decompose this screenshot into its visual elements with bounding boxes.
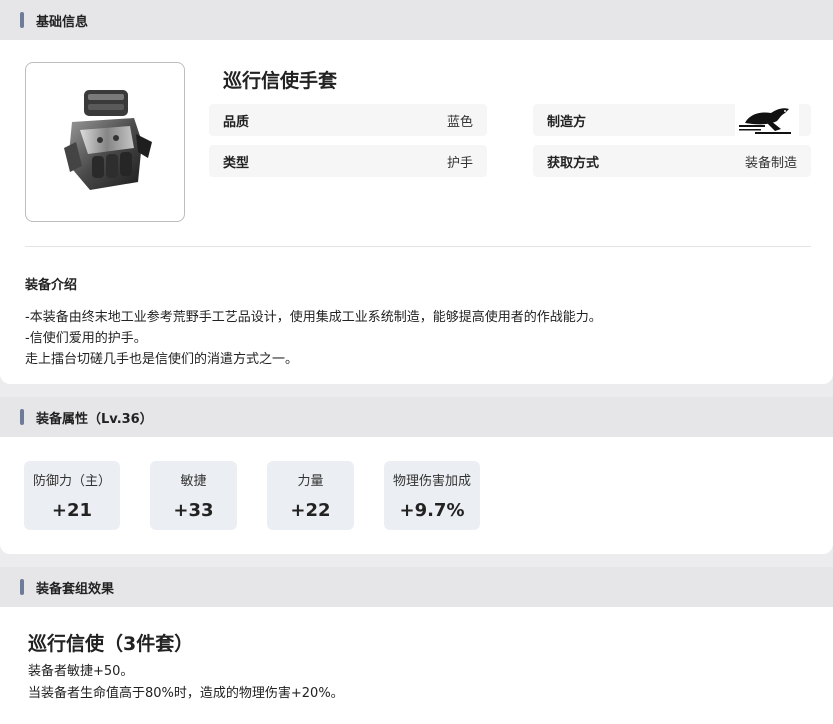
- attributes-title: 装备属性（Lv.36）: [36, 411, 153, 427]
- glove-icon: [64, 90, 152, 190]
- divider: [25, 246, 811, 247]
- set-effect-line: 当装备者生命值高于80%时，造成的物理伤害+20%。: [28, 686, 344, 701]
- basic-info-card: 基础信息 巡行信使手套 品质 蓝色 制造方 类型 护手 获取方式 装备制造 装备…: [0, 0, 833, 384]
- set-effect-line: 装备者敏捷+50。: [28, 664, 134, 679]
- section-accent-bar: [20, 12, 24, 28]
- field-value: 护手: [446, 155, 473, 171]
- field-value: 装备制造: [744, 155, 797, 171]
- basic-info-title: 基础信息: [36, 14, 89, 30]
- stat-agility: 敏捷 +33: [150, 461, 237, 530]
- field-key: 类型: [223, 155, 250, 171]
- field-maker: 制造方: [533, 103, 811, 137]
- set-effect-header: 装备套组效果: [0, 567, 833, 607]
- stat-defense: 防御力（主） +21: [24, 461, 120, 530]
- set-effect-text: 装备者敏捷+50。 当装备者生命值高于80%时，造成的物理伤害+20%。: [28, 661, 344, 705]
- stat-label: 防御力（主）: [32, 474, 111, 489]
- item-name: 巡行信使手套: [223, 70, 338, 92]
- field-key: 品质: [223, 114, 250, 130]
- set-effect-card: 装备套组效果 巡行信使（3件套） 装备者敏捷+50。 当装备者生命值高于80%时…: [0, 567, 833, 724]
- section-accent-bar: [20, 579, 24, 595]
- description-title: 装备介绍: [25, 278, 78, 293]
- description-text: -本装备由终末地工业参考荒野手工艺品设计，使用集成工业系统制造，能够提高使用者的…: [25, 307, 602, 370]
- attributes-card: 装备属性（Lv.36） 防御力（主） +21 敏捷 +33 力量 +22 物理伤…: [0, 397, 833, 554]
- description-line: -信使们爱用的护手。: [25, 331, 147, 346]
- stat-value: +22: [290, 500, 331, 521]
- stat-label: 敏捷: [180, 474, 207, 489]
- stat-strength: 力量 +22: [267, 461, 354, 530]
- set-name: 巡行信使（3件套）: [28, 633, 194, 655]
- item-image: [25, 62, 185, 222]
- set-effect-title: 装备套组效果: [36, 581, 115, 597]
- section-accent-bar: [20, 409, 24, 425]
- stat-physical-damage: 物理伤害加成 +9.7%: [384, 461, 480, 530]
- field-quality: 品质 蓝色: [209, 104, 487, 136]
- attributes-header: 装备属性（Lv.36）: [0, 397, 833, 437]
- stat-value: +21: [51, 500, 93, 521]
- description-line: 走上擂台切磋几手也是信使们的消遣方式之一。: [25, 352, 299, 367]
- stat-value: +33: [173, 500, 214, 521]
- field-type: 类型 护手: [209, 145, 487, 177]
- field-key: 获取方式: [547, 155, 600, 171]
- stat-label: 力量: [297, 474, 324, 489]
- crow-logo-icon: [735, 103, 799, 137]
- description-line: -本装备由终末地工业参考荒野手工艺品设计，使用集成工业系统制造，能够提高使用者的…: [25, 310, 602, 325]
- field-value: 蓝色: [446, 114, 473, 130]
- basic-info-header: 基础信息: [0, 0, 833, 40]
- stat-value: +9.7%: [399, 500, 465, 521]
- field-key: 制造方: [547, 114, 587, 130]
- stat-label: 物理伤害加成: [392, 474, 471, 489]
- field-source: 获取方式 装备制造: [533, 145, 811, 177]
